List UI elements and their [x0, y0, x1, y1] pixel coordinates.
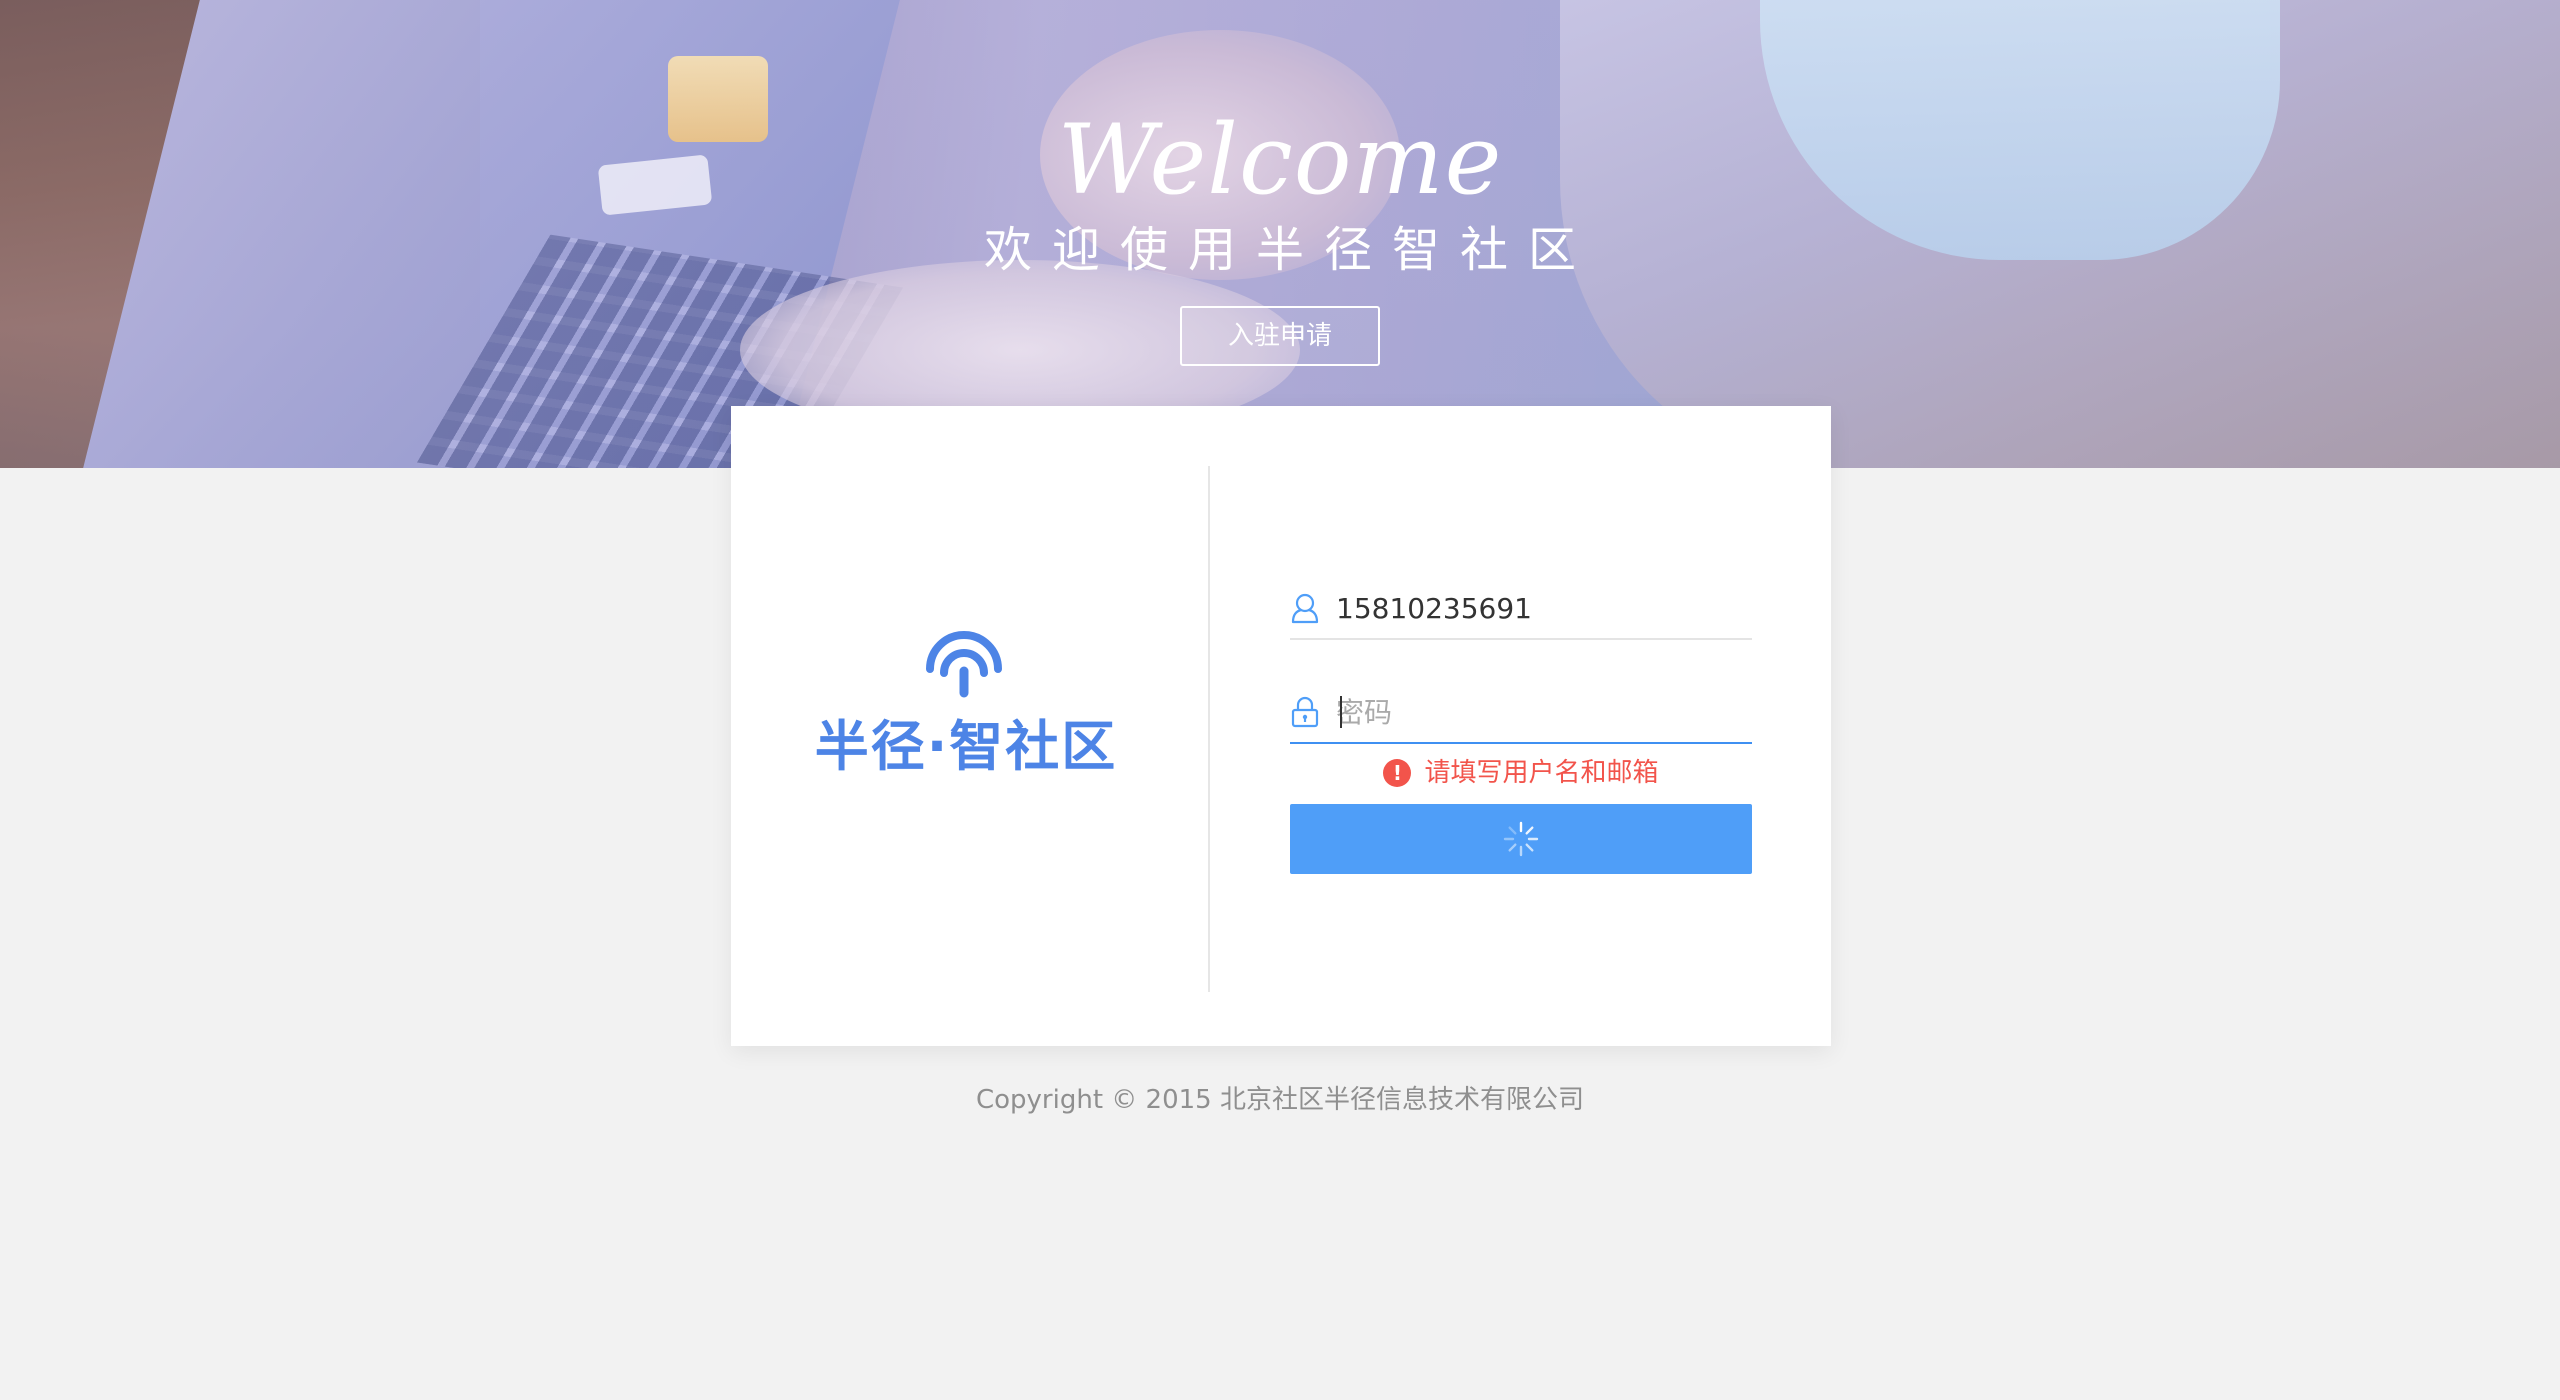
error-text: 请填写用户名和邮箱	[1424, 758, 1659, 788]
card-divider	[1208, 466, 1210, 992]
error-message: ! 请填写用户名和邮箱	[1290, 744, 1752, 804]
apply-button[interactable]: 入驻申请	[1180, 306, 1380, 366]
text-caret	[1340, 696, 1342, 728]
password-field	[1290, 680, 1752, 744]
spinner-icon	[1503, 821, 1539, 857]
user-icon	[1291, 593, 1319, 624]
copyright-footer: Copyright © 2015 北京社区半径信息技术有限公司	[975, 1085, 1584, 1115]
brand-name: 半径·智社区	[814, 715, 1118, 778]
hero-title: Welcome	[1057, 104, 1503, 216]
username-input[interactable]	[1336, 584, 1736, 632]
password-input[interactable]	[1336, 688, 1736, 736]
signal-arch-icon	[926, 631, 1002, 698]
login-submit-button[interactable]	[1290, 804, 1752, 874]
login-card: 半径·智社区 ! 请填写用户名和邮箱	[731, 406, 1831, 1046]
lock-icon	[1291, 696, 1319, 728]
brand-logo: 半径·智社区	[801, 631, 1131, 801]
hero-banner: Welcome 欢迎使用半径智社区 入驻申请	[0, 0, 2560, 468]
hero-subtitle: 欢迎使用半径智社区	[983, 222, 1596, 278]
error-icon: !	[1383, 759, 1412, 787]
login-form: ! 请填写用户名和邮箱	[1290, 576, 1752, 874]
username-field	[1290, 576, 1752, 640]
